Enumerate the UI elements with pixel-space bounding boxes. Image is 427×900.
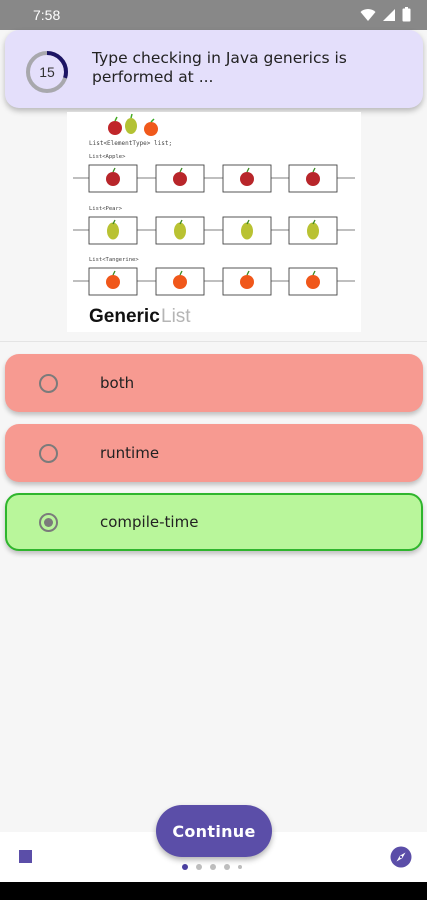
tangerine-icon bbox=[106, 275, 120, 289]
question-card: 15 Type checking in Java generics is per… bbox=[5, 30, 423, 108]
apple-icon bbox=[106, 172, 120, 186]
page-dot bbox=[224, 864, 230, 870]
row-label: List<Apple> bbox=[89, 154, 126, 160]
tangerine-icon bbox=[306, 275, 320, 289]
apple-icon bbox=[173, 172, 187, 186]
row-label: List<Pear> bbox=[89, 206, 123, 212]
list-row: List<Pear> bbox=[73, 206, 355, 245]
status-bar: 7:58 bbox=[0, 0, 427, 30]
continue-button[interactable]: Continue bbox=[156, 805, 272, 857]
option-compile-time[interactable]: compile-time bbox=[5, 493, 423, 551]
wifi-icon bbox=[360, 8, 376, 21]
list-row: List<Apple> bbox=[73, 154, 355, 193]
row-label: List<Tangerine> bbox=[89, 257, 139, 263]
list-row: List<Tangerine> bbox=[73, 257, 355, 296]
page-dot bbox=[196, 864, 202, 870]
stop-icon[interactable] bbox=[19, 850, 32, 863]
header-fruits bbox=[108, 113, 158, 136]
caption-bold: Generic bbox=[89, 306, 160, 327]
radio-button[interactable] bbox=[39, 374, 58, 393]
declaration-text: List<ElementType> list; bbox=[89, 140, 172, 147]
timer-value: 15 bbox=[39, 64, 55, 80]
generic-list-illustration: List<ElementType> list; List<Apple> List<… bbox=[67, 112, 361, 332]
option-label: both bbox=[100, 374, 135, 392]
signal-icon bbox=[383, 8, 395, 21]
tangerine-icon bbox=[173, 275, 187, 289]
pear-icon bbox=[107, 222, 119, 240]
divider bbox=[0, 341, 427, 342]
radio-button[interactable] bbox=[39, 444, 58, 463]
status-time: 7:58 bbox=[33, 7, 61, 23]
option-label: runtime bbox=[100, 444, 160, 462]
apple-icon bbox=[306, 172, 320, 186]
pear-icon bbox=[241, 222, 253, 240]
radio-button-selected[interactable] bbox=[39, 513, 58, 532]
status-icons bbox=[360, 7, 411, 22]
page-dot bbox=[238, 865, 242, 869]
option-label: compile-time bbox=[100, 513, 199, 531]
option-runtime[interactable]: runtime bbox=[5, 424, 423, 482]
pear-icon bbox=[307, 222, 319, 240]
page-dot bbox=[210, 864, 216, 870]
tangerine-icon bbox=[240, 275, 254, 289]
pear-icon bbox=[174, 222, 186, 240]
radio-dot bbox=[44, 518, 53, 527]
system-nav-bar bbox=[0, 882, 427, 900]
page-indicator bbox=[182, 864, 242, 870]
battery-icon bbox=[402, 7, 411, 22]
caption-light: List bbox=[161, 306, 191, 327]
compass-icon[interactable] bbox=[390, 846, 412, 868]
page-dot bbox=[182, 864, 188, 870]
option-both[interactable]: both bbox=[5, 354, 423, 412]
apple-icon bbox=[240, 172, 254, 186]
question-text: Type checking in Java generics is perfor… bbox=[92, 49, 347, 86]
